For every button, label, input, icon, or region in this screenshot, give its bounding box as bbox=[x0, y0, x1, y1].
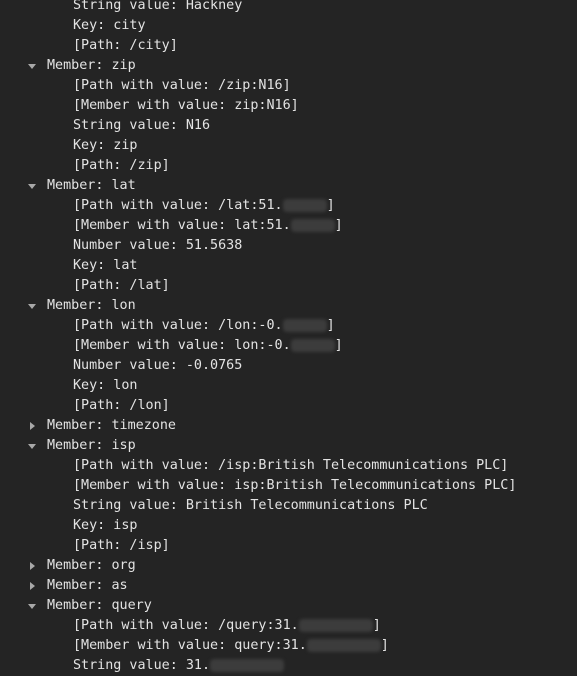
tree-line-text: String value: Hackney bbox=[73, 0, 243, 13]
tree-detail-line: [Path with value: /lat:51.] bbox=[0, 196, 577, 216]
tree-line-text: [Member with value: query:31. bbox=[73, 638, 307, 653]
redacted-value-blur bbox=[290, 338, 335, 352]
tree-line-text: Key: isp bbox=[73, 518, 138, 533]
tree-detail-line: [Member with value: query:31.] bbox=[0, 636, 577, 656]
json-tree-view: String value: Hackney Key: city [Path: /ci… bbox=[0, 0, 577, 676]
tree-member-node[interactable]: Member: query bbox=[0, 596, 577, 616]
collapse-triangle-right-icon[interactable] bbox=[26, 576, 38, 596]
tree-detail-line: String value: 31. bbox=[0, 656, 577, 676]
tree-detail-line: [Path: /city] bbox=[0, 36, 577, 56]
collapse-triangle-right-icon[interactable] bbox=[26, 556, 38, 576]
expand-triangle-down-icon[interactable] bbox=[26, 176, 38, 196]
tree-line-text: [Member with value: lat:51. bbox=[73, 218, 291, 233]
tree-line-text: Number value: 51.5638 bbox=[73, 238, 243, 253]
tree-line-text: [Path: /lon] bbox=[73, 398, 170, 413]
tree-line-text: Key: lat bbox=[73, 258, 138, 273]
tree-detail-line: [Member with value: zip:N16] bbox=[0, 96, 577, 116]
tree-line-tail: ] bbox=[372, 618, 381, 633]
redacted-value-blur bbox=[298, 618, 373, 632]
tree-detail-line: Number value: -0.0765 bbox=[0, 356, 577, 376]
tree-detail-line: Key: lon bbox=[0, 376, 577, 396]
tree-line-text: Member: query bbox=[47, 598, 152, 613]
tree-line-text: Key: lon bbox=[73, 378, 138, 393]
tree-line-text: String value: 31. bbox=[73, 658, 211, 673]
tree-line-text: [Member with value: isp:British Telecomm… bbox=[73, 478, 517, 493]
redacted-value-blur bbox=[282, 318, 327, 332]
redacted-value-blur bbox=[306, 638, 381, 652]
tree-member-node[interactable]: Member: zip bbox=[0, 56, 577, 76]
tree-line-text: Member: timezone bbox=[47, 418, 176, 433]
tree-member-node[interactable]: Member: lon bbox=[0, 296, 577, 316]
collapse-triangle-right-icon[interactable] bbox=[26, 416, 38, 436]
redacted-value-blur bbox=[210, 658, 285, 672]
tree-member-node[interactable]: Member: as bbox=[0, 576, 577, 596]
tree-member-node[interactable]: Member: org bbox=[0, 556, 577, 576]
tree-line-text: Key: zip bbox=[73, 138, 138, 153]
redacted-value-blur bbox=[282, 198, 327, 212]
tree-line-text: [Member with value: zip:N16] bbox=[73, 98, 299, 113]
tree-detail-line: [Path with value: /zip:N16] bbox=[0, 76, 577, 96]
tree-line-text: Member: lon bbox=[47, 298, 136, 313]
tree-line-text: [Member with value: lon:-0. bbox=[73, 338, 291, 353]
tree-detail-line: [Member with value: lon:-0.] bbox=[0, 336, 577, 356]
tree-line-tail: ] bbox=[334, 218, 343, 233]
tree-line-text: Key: city bbox=[73, 18, 146, 33]
tree-line-tail: ] bbox=[380, 638, 389, 653]
tree-detail-line: [Member with value: lat:51.] bbox=[0, 216, 577, 236]
tree-line-text: Member: isp bbox=[47, 438, 136, 453]
tree-detail-line: [Path: /lon] bbox=[0, 396, 577, 416]
tree-detail-line: String value: Hackney bbox=[0, 0, 577, 16]
tree-detail-line: Number value: 51.5638 bbox=[0, 236, 577, 256]
tree-line-text: [Path: /isp] bbox=[73, 538, 170, 553]
tree-line-text: [Path with value: /lat:51. bbox=[73, 198, 283, 213]
tree-detail-line: String value: N16 bbox=[0, 116, 577, 136]
expand-triangle-down-icon[interactable] bbox=[26, 296, 38, 316]
tree-detail-line: Key: isp bbox=[0, 516, 577, 536]
tree-line-text: Member: as bbox=[47, 578, 128, 593]
tree-line-text: [Path with value: /query:31. bbox=[73, 618, 299, 633]
tree-line-tail: ] bbox=[334, 338, 343, 353]
tree-detail-line: [Path with value: /isp:British Telecommu… bbox=[0, 456, 577, 476]
tree-line-text: [Path: /zip] bbox=[73, 158, 170, 173]
tree-detail-line: [Path with value: /query:31.] bbox=[0, 616, 577, 636]
tree-detail-line: [Path: /zip] bbox=[0, 156, 577, 176]
tree-line-text: [Path: /lat] bbox=[73, 278, 170, 293]
expand-triangle-down-icon[interactable] bbox=[26, 436, 38, 456]
tree-detail-line: String value: British Telecommunications… bbox=[0, 496, 577, 516]
tree-member-node[interactable]: Member: timezone bbox=[0, 416, 577, 436]
tree-line-text: [Path with value: /isp:British Telecommu… bbox=[73, 458, 509, 473]
tree-line-text: Member: lat bbox=[47, 178, 136, 193]
tree-line-text: [Path with value: /lon:-0. bbox=[73, 318, 283, 333]
tree-detail-line: Key: city bbox=[0, 16, 577, 36]
tree-line-text: String value: British Telecommunications… bbox=[73, 498, 428, 513]
tree-detail-line: Key: zip bbox=[0, 136, 577, 156]
tree-detail-line: Key: lat bbox=[0, 256, 577, 276]
tree-line-text: String value: N16 bbox=[73, 118, 211, 133]
tree-line-tail: ] bbox=[326, 318, 335, 333]
tree-line-text: [Path: /city] bbox=[73, 38, 178, 53]
tree-line-text: [Path with value: /zip:N16] bbox=[73, 78, 291, 93]
tree-detail-line: [Path: /lat] bbox=[0, 276, 577, 296]
redacted-value-blur bbox=[290, 218, 335, 232]
tree-line-text: Member: zip bbox=[47, 58, 136, 73]
tree-line-tail: ] bbox=[326, 198, 335, 213]
tree-member-node[interactable]: Member: isp bbox=[0, 436, 577, 456]
tree-detail-line: [Path with value: /lon:-0.] bbox=[0, 316, 577, 336]
tree-detail-line: [Member with value: isp:British Telecomm… bbox=[0, 476, 577, 496]
expand-triangle-down-icon[interactable] bbox=[26, 596, 38, 616]
expand-triangle-down-icon[interactable] bbox=[26, 56, 38, 76]
tree-detail-line: [Path: /isp] bbox=[0, 536, 577, 556]
tree-line-text: Member: org bbox=[47, 558, 136, 573]
tree-line-text: Number value: -0.0765 bbox=[73, 358, 243, 373]
tree-member-node[interactable]: Member: lat bbox=[0, 176, 577, 196]
